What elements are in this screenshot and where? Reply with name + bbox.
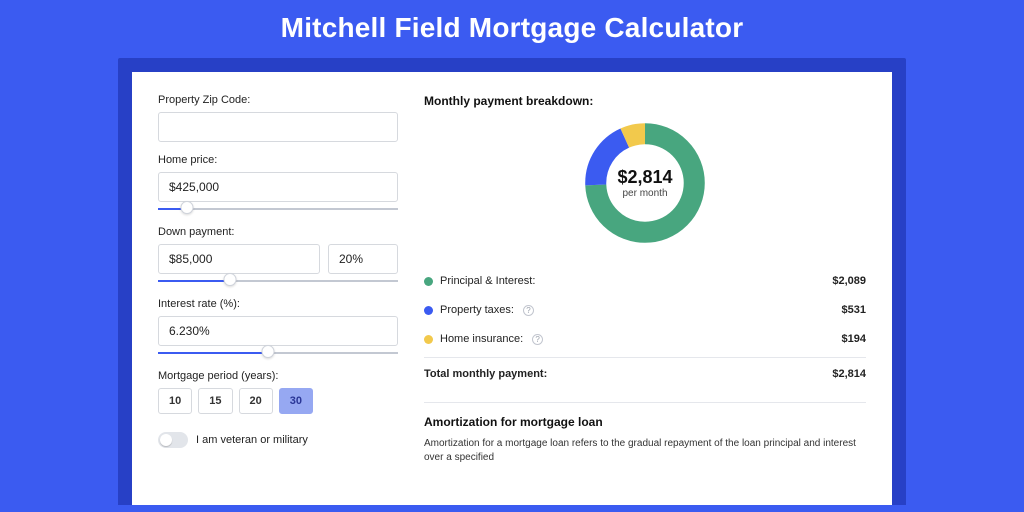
field-period: Mortgage period (years): 1015 2030: [158, 370, 398, 414]
calculator-card: Property Zip Code: Home price: Down paym…: [132, 72, 892, 505]
page-title: Mitchell Field Mortgage Calculator: [0, 0, 1024, 58]
home-price-label: Home price:: [158, 154, 398, 166]
form-column: Property Zip Code: Home price: Down paym…: [158, 94, 398, 465]
rate-slider[interactable]: [158, 348, 398, 358]
rate-label: Interest rate (%):: [158, 298, 398, 310]
field-down-payment: Down payment:: [158, 226, 398, 286]
period-option-20[interactable]: 20: [239, 388, 273, 414]
home-price-input[interactable]: [158, 172, 398, 202]
legend-label: Property taxes:?: [424, 304, 534, 316]
breakdown-title: Monthly payment breakdown:: [424, 94, 866, 108]
veteran-row: I am veteran or military: [158, 432, 398, 448]
slider-knob-icon[interactable]: [180, 201, 193, 214]
zip-input[interactable]: [158, 112, 398, 142]
toggle-knob-icon: [160, 434, 172, 446]
help-icon[interactable]: ?: [523, 305, 534, 316]
veteran-label: I am veteran or military: [196, 434, 308, 446]
down-payment-slider[interactable]: [158, 276, 398, 286]
legend-row: Principal & Interest: $2,089: [424, 266, 866, 295]
total-label: Total monthly payment:: [424, 368, 547, 380]
legend-label: Home insurance:?: [424, 333, 543, 345]
legend-row: Property taxes:? $531: [424, 295, 866, 324]
slider-knob-icon[interactable]: [262, 345, 275, 358]
period-option-15[interactable]: 15: [198, 388, 232, 414]
legend-swatch-icon: [424, 335, 433, 344]
donut-chart: $2,814 per month: [424, 108, 866, 266]
legend-value: $2,089: [832, 275, 866, 287]
total-value: $2,814: [832, 368, 866, 380]
period-label: Mortgage period (years):: [158, 370, 398, 382]
legend-swatch-icon: [424, 306, 433, 315]
donut-sub: per month: [622, 188, 667, 199]
veteran-toggle[interactable]: [158, 432, 188, 448]
period-option-30[interactable]: 30: [279, 388, 313, 414]
home-price-slider[interactable]: [158, 204, 398, 214]
donut-amount: $2,814: [617, 167, 672, 188]
zip-label: Property Zip Code:: [158, 94, 398, 106]
down-payment-input[interactable]: [158, 244, 320, 274]
field-home-price: Home price:: [158, 154, 398, 214]
amortization-section: Amortization for mortgage loan Amortizat…: [424, 402, 866, 465]
breakdown-legend: Principal & Interest: $2,089 Property taxe…: [424, 266, 866, 353]
period-options: 1015 2030: [158, 388, 398, 414]
total-row: Total monthly payment: $2,814: [424, 357, 866, 388]
donut-center: $2,814 per month: [580, 118, 710, 248]
down-payment-label: Down payment:: [158, 226, 398, 238]
legend-label: Principal & Interest:: [424, 275, 535, 287]
amortization-body: Amortization for a mortgage loan refers …: [424, 437, 866, 465]
breakdown-column: Monthly payment breakdown: $2,814 per mo…: [424, 94, 866, 465]
slider-knob-icon[interactable]: [224, 273, 237, 286]
down-payment-pct-input[interactable]: [328, 244, 398, 274]
period-option-10[interactable]: 10: [158, 388, 192, 414]
field-rate: Interest rate (%):: [158, 298, 398, 358]
help-icon[interactable]: ?: [532, 334, 543, 345]
legend-value: $194: [842, 333, 866, 345]
content-band: Property Zip Code: Home price: Down paym…: [118, 58, 906, 505]
legend-row: Home insurance:? $194: [424, 324, 866, 353]
legend-swatch-icon: [424, 277, 433, 286]
rate-input[interactable]: [158, 316, 398, 346]
amortization-title: Amortization for mortgage loan: [424, 415, 866, 429]
field-zip: Property Zip Code:: [158, 94, 398, 142]
legend-value: $531: [842, 304, 866, 316]
